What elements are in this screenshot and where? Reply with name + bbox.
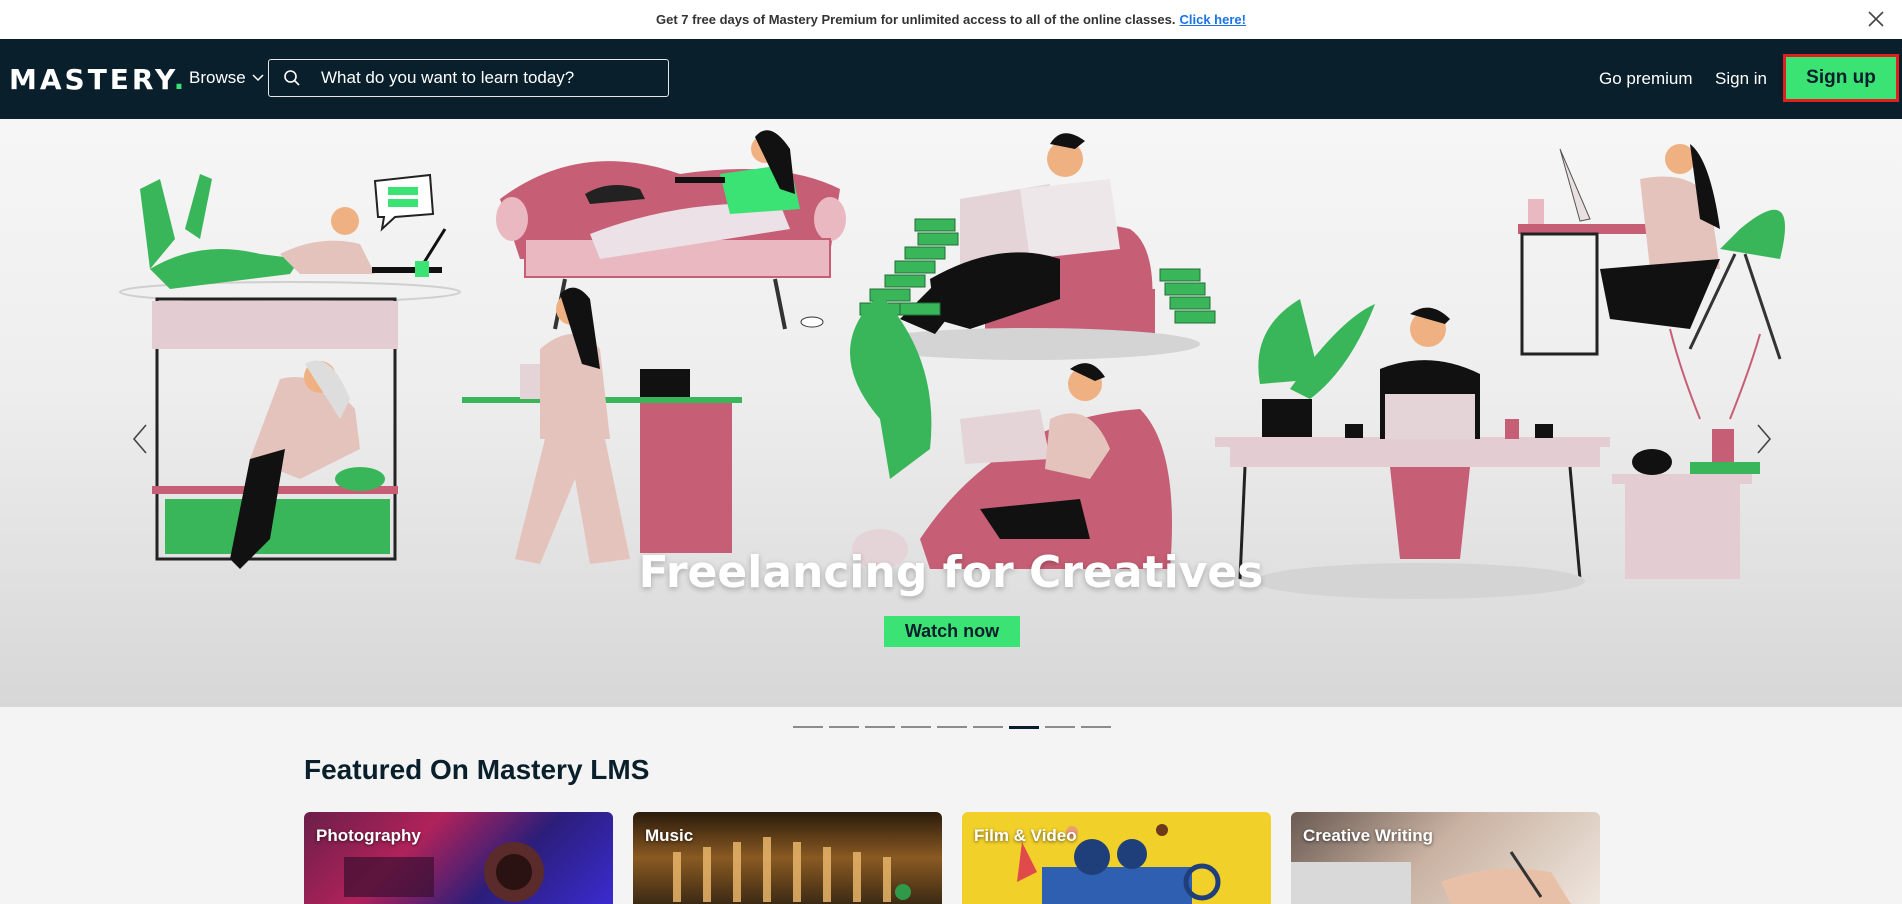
search-box[interactable]: [268, 59, 669, 97]
logo-text: MASTERY: [9, 63, 174, 96]
carousel-next-arrow[interactable]: [1752, 419, 1776, 459]
carousel-dot[interactable]: [1081, 726, 1111, 728]
carousel-dot[interactable]: [793, 726, 823, 728]
category-card-photography[interactable]: Photography: [304, 812, 613, 904]
carousel-dot[interactable]: [937, 726, 967, 728]
category-card-creative-writing[interactable]: Creative Writing: [1291, 812, 1600, 904]
search-input[interactable]: [321, 68, 651, 88]
hero-carousel: Freelancing for Creatives Watch now: [0, 119, 1902, 707]
carousel-dot[interactable]: [865, 726, 895, 728]
card-label: Photography: [316, 826, 421, 845]
search-icon: [284, 70, 300, 86]
hero-title: Freelancing for Creatives: [638, 547, 1264, 598]
card-label: Music: [645, 826, 694, 845]
top-navigation: MASTERY. Browse Go premium Sign in Sign …: [0, 39, 1902, 119]
carousel-dot-active[interactable]: [1009, 726, 1039, 729]
sign-up-button[interactable]: Sign up: [1783, 54, 1899, 102]
chevron-down-icon: [252, 74, 264, 82]
carousel-indicators: [793, 726, 1111, 729]
carousel-dot[interactable]: [829, 726, 859, 728]
promo-text: Get 7 free days of Mastery Premium for u…: [656, 12, 1176, 27]
go-premium-link[interactable]: Go premium: [1599, 69, 1693, 89]
close-icon[interactable]: [1862, 5, 1890, 33]
promo-link[interactable]: Click here!: [1179, 12, 1245, 27]
browse-label: Browse: [189, 68, 246, 87]
carousel-dot[interactable]: [973, 726, 1003, 728]
category-card-music[interactable]: Music: [633, 812, 942, 904]
logo-dot: .: [173, 63, 188, 96]
card-label: Film & Video: [974, 826, 1077, 845]
carousel-dot[interactable]: [1045, 726, 1075, 728]
watch-now-button[interactable]: Watch now: [884, 616, 1020, 647]
promo-banner: Get 7 free days of Mastery Premium for u…: [0, 0, 1902, 39]
carousel-dot[interactable]: [901, 726, 931, 728]
mastery-logo[interactable]: MASTERY.: [9, 63, 187, 96]
browse-menu[interactable]: Browse: [189, 68, 264, 88]
category-card-film-video[interactable]: Film & Video: [962, 812, 1271, 904]
carousel-prev-arrow[interactable]: [128, 419, 152, 459]
sign-in-link[interactable]: Sign in: [1715, 69, 1767, 89]
card-label: Creative Writing: [1303, 826, 1434, 845]
featured-heading: Featured On Mastery LMS: [304, 754, 650, 785]
